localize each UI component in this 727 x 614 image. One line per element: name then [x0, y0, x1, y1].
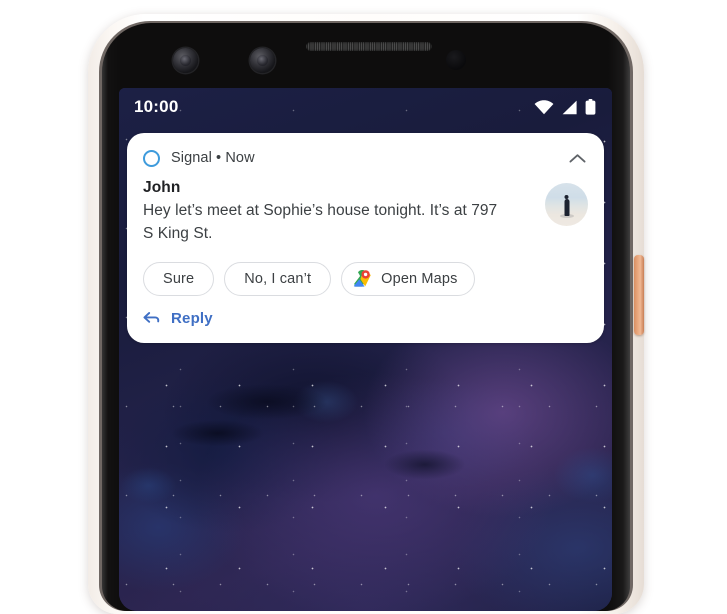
message-text: Hey let’s meet at Sophie’s house tonight… [143, 202, 498, 242]
google-maps-icon [353, 269, 372, 288]
avatar-person-silhouette [564, 199, 569, 217]
power-button[interactable] [634, 255, 644, 335]
reply-arrow-icon [143, 310, 160, 327]
message-sender-name: John [143, 179, 181, 196]
notification-app-name: Signal • Now [171, 150, 255, 166]
status-bar-icons [534, 99, 596, 115]
wifi-icon [534, 99, 554, 115]
signal-app-icon [143, 149, 160, 167]
notification-card[interactable]: Signal • Now John Hey let’s meet at Soph… [127, 133, 604, 343]
action-chip-open-maps[interactable]: Open Maps [341, 261, 476, 296]
notification-body: John Hey let’s meet at Sophie’s house to… [127, 169, 604, 245]
notification-text-block: John Hey let’s meet at Sophie’s house to… [143, 177, 535, 245]
chevron-up-icon[interactable] [566, 147, 588, 169]
notification-header: Signal • Now [127, 133, 604, 169]
battery-icon [585, 99, 596, 115]
contact-avatar [545, 183, 588, 226]
action-chip-no-i-cant[interactable]: No, I can’t [224, 261, 332, 296]
front-camera-left-icon [173, 48, 198, 73]
action-chip-sure[interactable]: Sure [143, 261, 215, 296]
proximity-sensor-icon [446, 50, 466, 70]
reply-action-row[interactable]: Reply [127, 296, 604, 343]
cellular-signal-icon [561, 100, 578, 115]
status-bar-time: 10:00 [134, 97, 179, 116]
action-chip-label: No, I can’t [244, 270, 312, 287]
phone-screen: 10:00 Signal • Now John Hey let’s meet a… [119, 88, 612, 611]
status-bar: 10:00 [119, 88, 612, 126]
action-chip-label: Sure [163, 270, 195, 287]
earpiece-speaker-icon [306, 42, 432, 51]
front-camera-right-icon [250, 48, 275, 73]
notification-action-chips: Sure No, I can’t Open Maps [127, 245, 604, 296]
reply-label: Reply [171, 309, 213, 327]
action-chip-label: Open Maps [381, 270, 458, 287]
